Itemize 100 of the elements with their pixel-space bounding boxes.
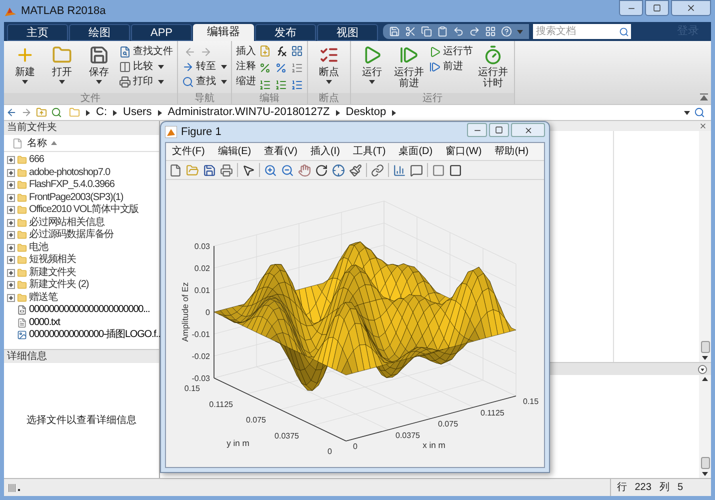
- file-item[interactable]: Office2010 VOL简体中文版: [4, 204, 159, 216]
- hand-icon[interactable]: [298, 164, 311, 176]
- expand-icon[interactable]: [7, 244, 15, 252]
- expand-icon[interactable]: [7, 281, 15, 290]
- search-icon[interactable]: [694, 107, 705, 118]
- scissors-icon[interactable]: [405, 26, 416, 37]
- square-icon[interactable]: [449, 164, 462, 176]
- minimize-button[interactable]: [467, 123, 487, 137]
- ribbon-button[interactable]: 查找文件: [119, 44, 173, 59]
- ribbon-tab[interactable]: 主页: [7, 24, 68, 41]
- minimize-button[interactable]: [619, 0, 643, 16]
- file-item[interactable]: 新建文件夹 (2): [4, 279, 159, 292]
- printer-icon[interactable]: [220, 164, 233, 176]
- clipboard-icon[interactable]: [437, 26, 448, 37]
- path-segment[interactable]: Users: [123, 104, 152, 121]
- ribbon-button[interactable]: 运行并计时: [476, 44, 510, 93]
- menu-item[interactable]: 编辑(E): [218, 146, 252, 158]
- expand-icon[interactable]: [7, 181, 15, 190]
- expand-icon[interactable]: [7, 256, 15, 264]
- copy-icon[interactable]: [421, 26, 432, 37]
- file-item[interactable]: FlashFXP_5.4.0.3966: [4, 179, 159, 192]
- ribbon-tab[interactable]: APP: [131, 24, 192, 41]
- ribbon-button[interactable]: 查找: [182, 74, 227, 89]
- file-item[interactable]: 000000000000000-插图LOGO.f...: [4, 329, 159, 342]
- pointer-icon[interactable]: [242, 164, 255, 176]
- ribbon-button[interactable]: 保存: [82, 44, 116, 93]
- file-item[interactable]: adobe-photoshop7.0: [4, 166, 159, 179]
- ribbon-button[interactable]: 运行: [355, 44, 389, 93]
- file-item[interactable]: 00000000000000000000000...: [4, 304, 159, 316]
- zoom-in-icon[interactable]: [264, 164, 277, 176]
- file-item[interactable]: FrontPage2003(SP3)(1): [4, 192, 159, 204]
- path-segment[interactable]: C:: [96, 104, 107, 121]
- menu-item[interactable]: 插入(I): [310, 146, 340, 158]
- list-icon[interactable]: [275, 79, 287, 91]
- path-segment[interactable]: Administrator.WIN7U-20180127Z: [168, 104, 330, 121]
- expand-icon[interactable]: [7, 294, 15, 302]
- search-field[interactable]: 搜索文档: [533, 24, 617, 39]
- layout-icon[interactable]: [485, 26, 496, 37]
- expand-icon[interactable]: [7, 231, 15, 240]
- file-item[interactable]: 666: [4, 154, 159, 166]
- file-item[interactable]: 短视频相关: [4, 254, 159, 266]
- menu-item[interactable]: 窗口(W): [446, 146, 482, 158]
- maximize-button[interactable]: [645, 0, 669, 16]
- menu-item[interactable]: 查看(V): [264, 146, 298, 158]
- scrollbar[interactable]: [699, 131, 711, 362]
- ribbon-button[interactable]: 转至: [182, 59, 227, 74]
- ribbon-button[interactable]: 运行节: [429, 44, 473, 59]
- ribbon-button[interactable]: 注释: [236, 59, 256, 74]
- close-icon[interactable]: [699, 122, 707, 130]
- percent-icon[interactable]: [259, 62, 271, 74]
- ribbon-button[interactable]: 前进: [429, 59, 473, 74]
- ribbon-tab[interactable]: 发布: [255, 24, 316, 41]
- list-icon[interactable]: [291, 62, 303, 74]
- ribbon-button[interactable]: 缩进: [236, 74, 256, 89]
- ribbon-tab[interactable]: 视图: [317, 24, 378, 41]
- file-item[interactable]: 电池: [4, 242, 159, 254]
- file-item[interactable]: 赠送笔: [4, 292, 159, 304]
- column-header[interactable]: 名称: [27, 136, 47, 150]
- close-button[interactable]: [671, 0, 711, 16]
- back-icon[interactable]: [6, 107, 17, 118]
- folder-up-icon[interactable]: [36, 107, 47, 118]
- maximize-button[interactable]: [489, 123, 509, 137]
- dropdown-circle-icon[interactable]: [698, 364, 707, 374]
- undo-icon[interactable]: [453, 26, 464, 37]
- ribbon-button[interactable]: 运行并前进: [392, 44, 426, 93]
- file-item[interactable]: 必过网站相关信息: [4, 216, 159, 229]
- fx-icon[interactable]: [275, 45, 287, 57]
- ribbon-button[interactable]: 打印: [119, 74, 173, 89]
- path-segment[interactable]: Desktop: [346, 104, 386, 121]
- save-icon[interactable]: [203, 164, 216, 176]
- expand-icon[interactable]: [7, 218, 15, 227]
- link-icon[interactable]: [371, 164, 384, 176]
- menu-item[interactable]: 工具(T): [352, 146, 386, 158]
- zoom-out-icon[interactable]: [281, 164, 294, 176]
- search-button[interactable]: [617, 24, 631, 39]
- expand-icon[interactable]: [7, 194, 15, 202]
- file-item[interactable]: 0000.txt: [4, 316, 159, 329]
- ribbon-button[interactable]: 断点: [312, 44, 346, 93]
- help-icon[interactable]: [501, 26, 512, 37]
- ribbon-button[interactable]: 插入: [236, 44, 256, 59]
- scroll-up-icon[interactable]: [702, 377, 708, 381]
- forward-icon[interactable]: [21, 107, 32, 118]
- expand-icon[interactable]: [7, 206, 15, 214]
- expand-icon[interactable]: [7, 156, 15, 164]
- file-item[interactable]: 新建文件夹: [4, 266, 159, 279]
- ribbon-button[interactable]: 打开: [45, 44, 79, 93]
- menu-item[interactable]: 桌面(D): [398, 146, 433, 158]
- collapse-ribbon-icon[interactable]: [700, 93, 708, 101]
- expand-icon[interactable]: [7, 168, 15, 177]
- ribbon-button[interactable]: 新建: [8, 44, 42, 93]
- close-button[interactable]: [511, 123, 545, 137]
- rotate-icon[interactable]: [315, 164, 328, 176]
- scrollbar-thumb[interactable]: [700, 457, 710, 469]
- ribbon-button[interactable]: 比较: [119, 59, 173, 74]
- new-file-icon[interactable]: [169, 164, 182, 176]
- crosshair-icon[interactable]: [332, 164, 345, 176]
- scrollbar-thumb[interactable]: [700, 341, 710, 353]
- file-item[interactable]: 必过源码数据库备份: [4, 229, 159, 242]
- scrollbar[interactable]: [699, 375, 711, 478]
- menu-item[interactable]: 文件(F): [172, 146, 205, 158]
